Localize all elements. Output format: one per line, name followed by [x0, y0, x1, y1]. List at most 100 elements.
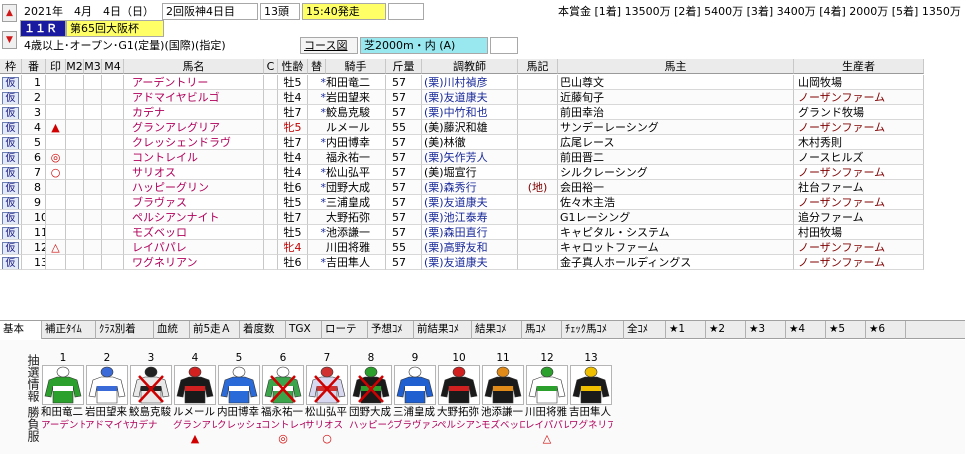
table-row[interactable]: 仮 9 ブラヴァス 牡5 *三浦皇成 57 (栗)友道康夫 佐々木主浩 ノーザンファーム	[0, 195, 965, 210]
mark3-cell[interactable]	[84, 105, 102, 120]
previous-race-arrow-icon[interactable]: ▲	[2, 4, 17, 22]
jockey-cell[interactable]: *団野大成	[308, 180, 386, 195]
prediction-mark[interactable]	[46, 195, 66, 210]
jockey-cell[interactable]: *岩田望来	[308, 90, 386, 105]
waku-box[interactable]: 仮	[2, 212, 19, 224]
silk-card[interactable]: 13 吉田隼人ワグネリアン	[569, 352, 613, 445]
mark4-cell[interactable]	[102, 150, 124, 165]
horse-name[interactable]: モズベッロ	[124, 225, 264, 240]
horse-name[interactable]: グランアレグリア	[124, 120, 264, 135]
silk-card[interactable]: 3 鮫島克駿 カデナ	[129, 352, 173, 445]
col-waku[interactable]: 枠	[0, 59, 22, 74]
mark4-cell[interactable]	[102, 180, 124, 195]
mark2-cell[interactable]	[66, 75, 84, 90]
owner[interactable]: 前田晋二	[558, 150, 794, 165]
mark3-cell[interactable]	[84, 195, 102, 210]
table-row[interactable]: 仮 5 クレッシェンドラヴ 牡7 *内田博幸 57 (美)林徹 広尾レース 木村秀則	[0, 135, 965, 150]
breeder[interactable]: ノーザンファーム	[794, 165, 924, 180]
table-row[interactable]: 仮10 ペルシアンナイト牡7 大野拓弥 57(栗)池江泰寿 G1レーシング追分ファーム	[0, 210, 965, 225]
waku-cell[interactable]: 仮	[0, 165, 22, 180]
trainer[interactable]: (栗)高野友和	[422, 240, 518, 255]
col-m2[interactable]: M2	[66, 59, 84, 74]
breeder[interactable]: 追分ファーム	[794, 210, 924, 225]
silk-card[interactable]: 12 川田将雅 レイパパレ △	[525, 352, 569, 445]
mark4-cell[interactable]	[102, 225, 124, 240]
table-row[interactable]: 仮 8 ハッピーグリン 牡6 *団野大成 57 (栗)森秀行 (地) 会田裕一 社台ファーム	[0, 180, 965, 195]
col-breeder[interactable]: 生産者	[794, 59, 924, 74]
tab-13[interactable]: ﾁｪｯｸ馬ｺﾒ	[562, 321, 624, 339]
trainer[interactable]: (栗)矢作芳人	[422, 150, 518, 165]
jockey-cell[interactable]: *松山弘平	[308, 165, 386, 180]
waku-cell[interactable]: 仮	[0, 150, 22, 165]
waku-cell[interactable]: 仮	[0, 225, 22, 240]
jockey-cell[interactable]: ルメール	[308, 120, 386, 135]
jockey-cell[interactable]: 福永祐一	[308, 150, 386, 165]
waku-box[interactable]: 仮	[2, 152, 19, 164]
jockey-cell[interactable]: *内田博幸	[308, 135, 386, 150]
tab-18[interactable]: ★4	[786, 321, 826, 339]
owner[interactable]: 巴山尊文	[558, 75, 794, 90]
trainer[interactable]: (栗)友道康夫	[422, 255, 518, 270]
col-weight[interactable]: 斤量	[386, 59, 422, 74]
horse-name[interactable]: アドマイヤビルゴ	[124, 90, 264, 105]
tab-19[interactable]: ★5	[826, 321, 866, 339]
table-row[interactable]: 仮 3 カデナ 牡7 *鮫島克駿 57 (栗)中竹和也 前田幸治 グランド牧場	[0, 105, 965, 120]
mark2-cell[interactable]	[66, 120, 84, 135]
breeder[interactable]: 村田牧場	[794, 225, 924, 240]
table-row[interactable]: 仮13ワグネリアン牡6*吉田隼人57(栗)友道康夫金子真人ホールディングスノーザ…	[0, 255, 965, 270]
mark3-cell[interactable]	[84, 180, 102, 195]
tab-3[interactable]: ｸﾗｽ別着	[96, 321, 154, 339]
mark3-cell[interactable]	[84, 225, 102, 240]
horse-name[interactable]: アーデントリー	[124, 75, 264, 90]
col-c[interactable]: C	[264, 59, 278, 74]
owner[interactable]: G1レーシング	[558, 210, 794, 225]
prediction-mark[interactable]	[46, 210, 66, 225]
owner[interactable]: 広尾レース	[558, 135, 794, 150]
silk-card[interactable]: 8 団野大成ハッピーグリン	[349, 352, 393, 445]
table-row[interactable]: 仮 2 アドマイヤビルゴ 牡4 *岩田望来 57 (栗)友道康夫 近藤旬子 ノーザンファーム	[0, 90, 965, 105]
mark3-cell[interactable]	[84, 150, 102, 165]
mark2-cell[interactable]	[66, 195, 84, 210]
tab-7[interactable]: TGX	[286, 321, 322, 339]
waku-cell[interactable]: 仮	[0, 75, 22, 90]
tab-8[interactable]: ローテ	[322, 321, 368, 339]
waku-cell[interactable]: 仮	[0, 195, 22, 210]
breeder[interactable]: ノーザンファーム	[794, 195, 924, 210]
table-row[interactable]: 仮 6 ◎ コントレイル 牡4 福永祐一 57 (栗)矢作芳人 前田晋二 ノースヒルズ	[0, 150, 965, 165]
tab-14[interactable]: 全ｺﾒ	[624, 321, 666, 339]
breeder[interactable]: 山岡牧場	[794, 75, 924, 90]
tab-15[interactable]: ★1	[666, 321, 706, 339]
owner[interactable]: 近藤旬子	[558, 90, 794, 105]
breeder[interactable]: ノースヒルズ	[794, 150, 924, 165]
mark2-cell[interactable]	[66, 150, 84, 165]
mark2-cell[interactable]	[66, 135, 84, 150]
tab-12[interactable]: 馬ｺﾒ	[522, 321, 562, 339]
col-sex-age[interactable]: 性齢	[278, 59, 308, 74]
waku-cell[interactable]: 仮	[0, 255, 22, 270]
jockey-cell[interactable]: *池添謙一	[308, 225, 386, 240]
mark2-cell[interactable]	[66, 105, 84, 120]
breeder[interactable]: ノーザンファーム	[794, 240, 924, 255]
waku-box[interactable]: 仮	[2, 92, 19, 104]
mark4-cell[interactable]	[102, 255, 124, 270]
mark4-cell[interactable]	[102, 195, 124, 210]
mark2-cell[interactable]	[66, 225, 84, 240]
owner[interactable]: サンデーレーシング	[558, 120, 794, 135]
waku-cell[interactable]: 仮	[0, 240, 22, 255]
breeder[interactable]: ノーザンファーム	[794, 90, 924, 105]
waku-box[interactable]: 仮	[2, 257, 19, 269]
prediction-mark[interactable]	[46, 225, 66, 240]
tab-6[interactable]: 着度数	[240, 321, 286, 339]
trainer[interactable]: (栗)友道康夫	[422, 195, 518, 210]
owner[interactable]: キャピタル・システム	[558, 225, 794, 240]
silk-card[interactable]: 5 内田博幸クレッシェンドラヴ	[217, 352, 261, 445]
prediction-mark[interactable]: ◎	[46, 150, 66, 165]
trainer[interactable]: (栗)友道康夫	[422, 90, 518, 105]
owner[interactable]: シルクレーシング	[558, 165, 794, 180]
tab-2[interactable]: 補正ﾀｲﾑ	[42, 321, 96, 339]
jockey-cell[interactable]: 大野拓弥	[308, 210, 386, 225]
mark3-cell[interactable]	[84, 210, 102, 225]
owner[interactable]: 金子真人ホールディングス	[558, 255, 794, 270]
prediction-mark[interactable]	[46, 75, 66, 90]
trainer[interactable]: (栗)川村禎彦	[422, 75, 518, 90]
